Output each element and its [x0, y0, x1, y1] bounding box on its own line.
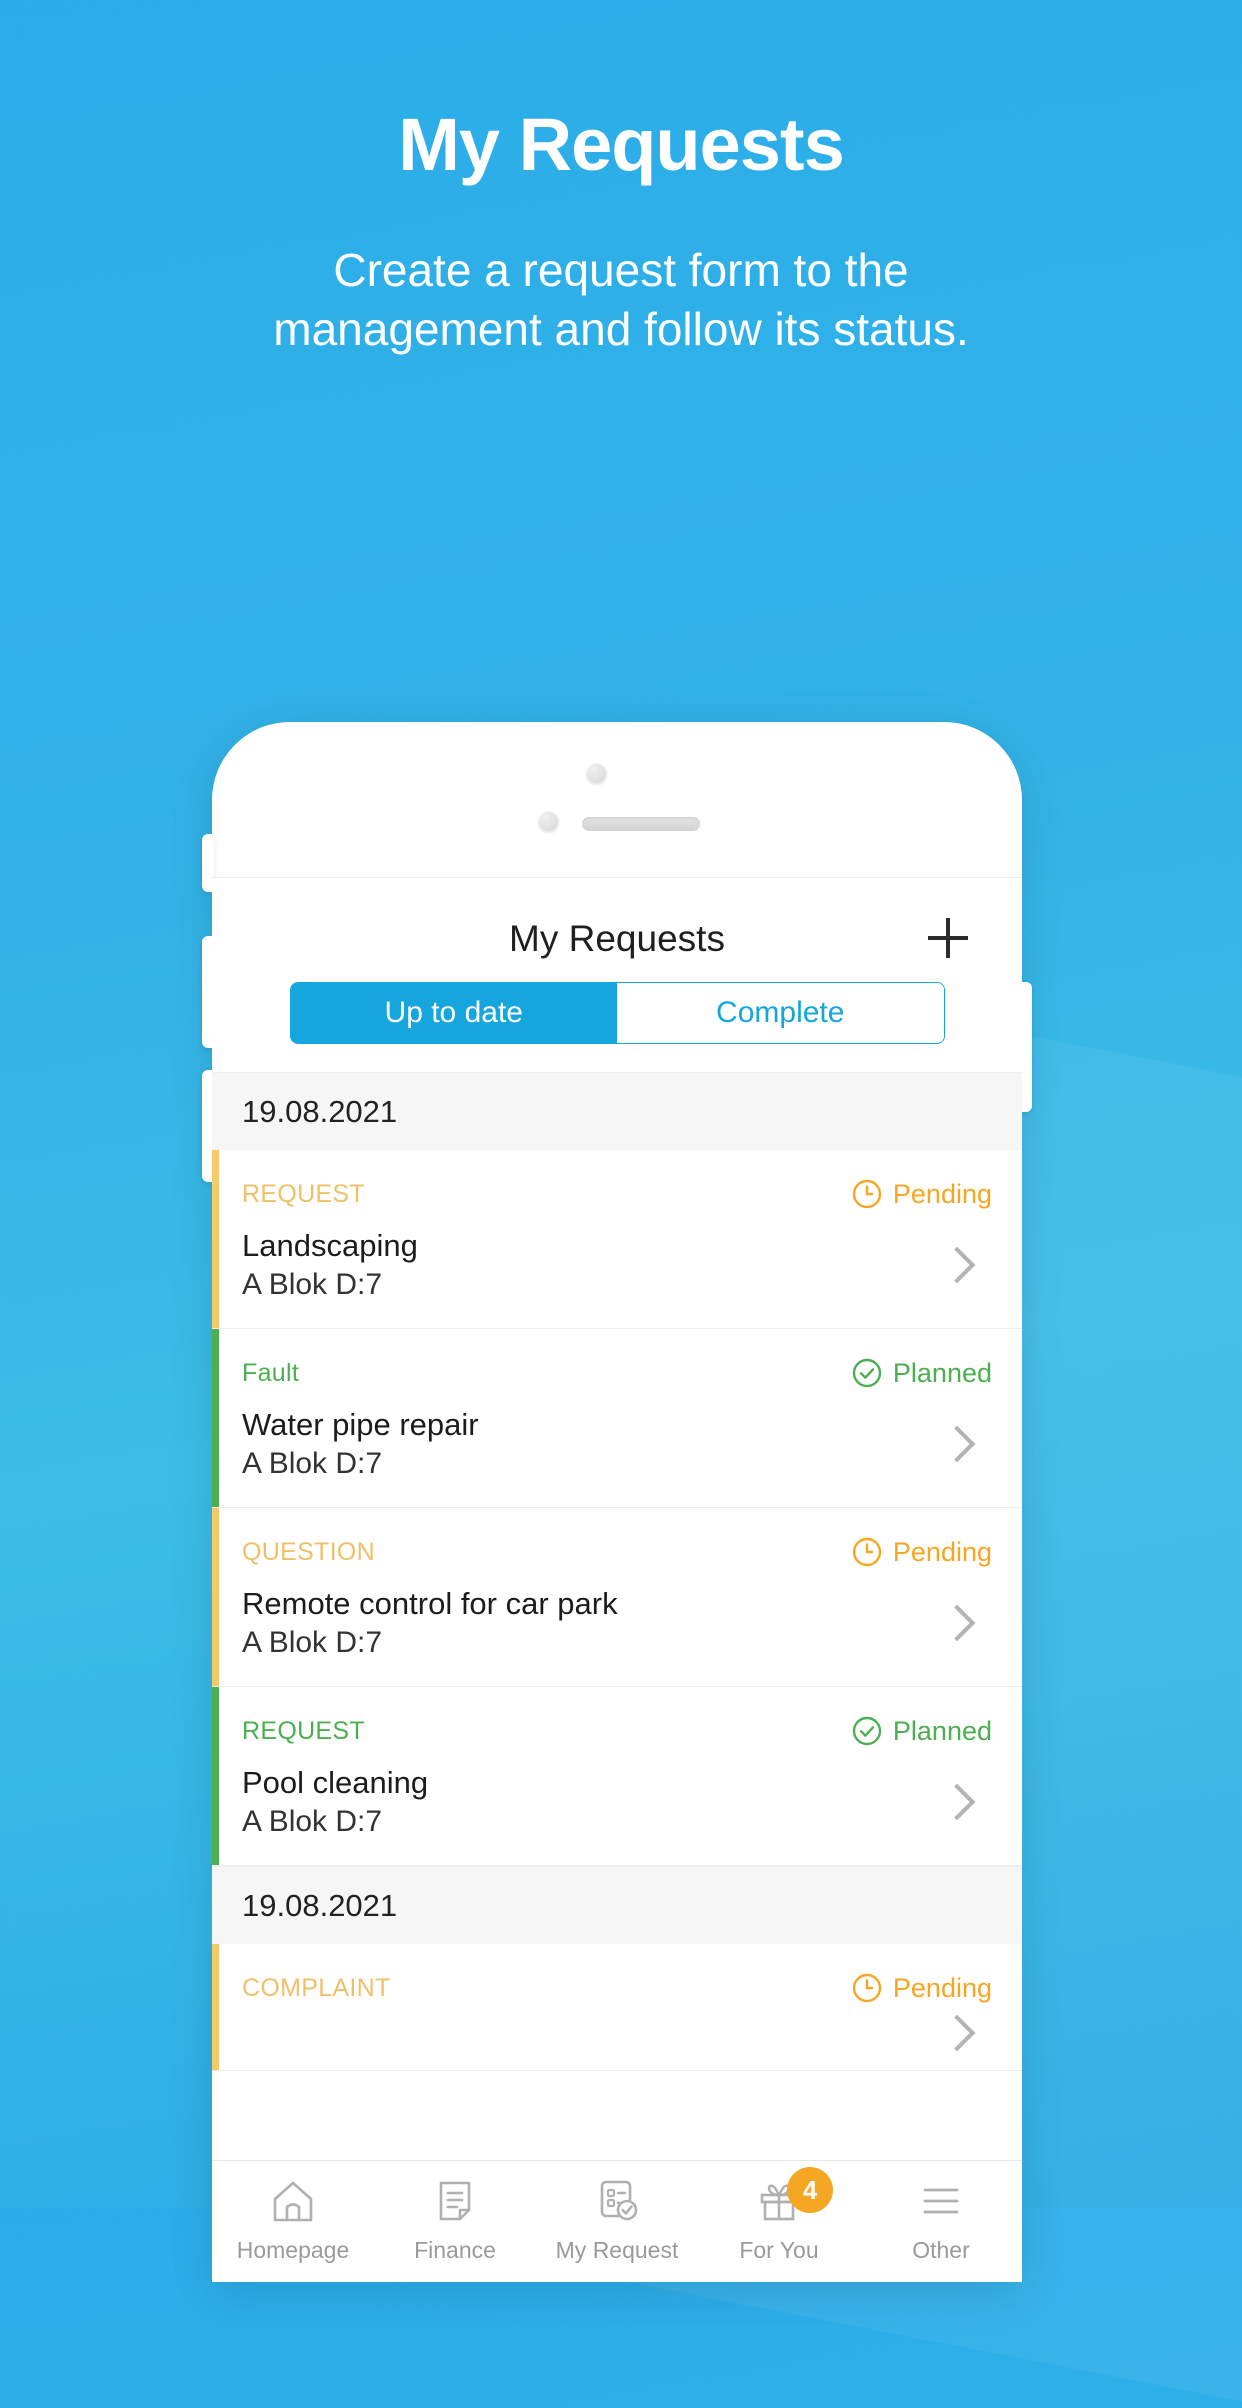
tab-my-request[interactable]: My Request [536, 2175, 698, 2264]
request-type-label: REQUEST [242, 1716, 365, 1745]
row-texts: Water pipe repair A Blok D:7 [242, 1405, 479, 1483]
request-location: A Blok D:7 [242, 1625, 383, 1659]
list-item[interactable]: QUESTION Pending Remote control for car … [212, 1508, 1022, 1688]
request-type-label: QUESTION [242, 1537, 375, 1566]
home-icon [273, 2181, 313, 2222]
tab-label: Other [912, 2237, 970, 2263]
front-camera-icon [587, 764, 606, 783]
app-header: My Requests [212, 878, 1022, 982]
row-accent-bar [212, 1944, 219, 2071]
row-accent-bar [212, 1508, 219, 1687]
request-title: Remote control for car park [242, 1586, 618, 1622]
list-item[interactable]: Fault Planned Water pipe repair A Blok D… [212, 1329, 1022, 1509]
chevron-right-icon [938, 1783, 976, 1821]
request-title: Water pipe repair [242, 1407, 479, 1443]
check-circle-icon [852, 1716, 882, 1746]
earpiece-speaker-icon [582, 817, 700, 831]
app-title: My Requests [509, 918, 725, 959]
tab-complete[interactable]: Complete [617, 983, 944, 1043]
request-location: A Blok D:7 [242, 1804, 383, 1838]
tab-for-you[interactable]: 4 For You [698, 2167, 860, 2264]
row-texts: Pool cleaning A Blok D:7 [242, 1763, 428, 1841]
tab-homepage[interactable]: Homepage [212, 2175, 374, 2264]
app-screen: My Requests Up to date Complete 19.08.20… [212, 878, 1022, 2282]
row-texts: Remote control for car park A Blok D:7 [242, 1584, 618, 1662]
status-label: Pending [892, 1536, 992, 1567]
chevron-right-icon [938, 1425, 976, 1463]
row-accent-bar [212, 1150, 219, 1329]
checklist-icon [600, 2180, 638, 2221]
request-type-label: REQUEST [242, 1179, 365, 1208]
add-request-button[interactable] [926, 916, 970, 960]
list-item[interactable]: COMPLAINT Pending [212, 1944, 1022, 2072]
date-group-header: 19.08.2021 [212, 1072, 1022, 1150]
bottom-navigation: Homepage Finance My Request 4 For You Ot… [212, 2160, 1022, 2282]
hero-section: My Requests Create a request form to the… [0, 0, 1242, 359]
request-type-label: COMPLAINT [242, 1973, 391, 2002]
request-title: Landscaping [242, 1228, 418, 1263]
row-accent-bar [212, 1687, 219, 1866]
status-filter-tabs[interactable]: Up to date Complete [289, 982, 945, 1044]
chevron-right-icon [938, 2014, 976, 2052]
check-circle-icon [852, 1358, 882, 1388]
clock-icon [852, 1179, 882, 1209]
request-title: Pool cleaning [242, 1765, 429, 1801]
page-subtitle: Create a request form to the management … [273, 244, 969, 356]
tab-other[interactable]: Other [860, 2175, 1022, 2264]
tab-label: Finance [414, 2237, 496, 2263]
hamburger-icon [923, 2188, 959, 2214]
row-texts: Landscaping A Blok D:7 [242, 1226, 418, 1304]
phone-mockup: My Requests Up to date Complete 19.08.20… [202, 722, 1032, 2282]
notification-badge: 4 [787, 2167, 833, 2213]
date-group-header: 19.08.2021 [212, 1866, 1022, 1945]
requests-list: 19.08.2021 REQUEST Pending Landscaping A… [212, 1072, 1022, 2072]
tab-up-to-date[interactable]: Up to date [290, 983, 617, 1043]
tab-label: My Request [555, 2237, 679, 2263]
request-location: A Blok D:7 [242, 1446, 383, 1480]
status-label: Planned [892, 1357, 992, 1388]
request-location: A Blok D:7 [242, 1267, 383, 1301]
proximity-sensor-icon [539, 812, 558, 831]
status-label: Planned [892, 1715, 992, 1746]
tab-finance[interactable]: Finance [374, 2175, 536, 2264]
chevron-right-icon [938, 1246, 976, 1284]
status-label: Pending [892, 1972, 992, 2003]
tab-label: For You [739, 2237, 819, 2263]
phone-top-bezel [212, 722, 1022, 880]
page-title: My Requests [398, 103, 844, 186]
status-label: Pending [892, 1178, 992, 1209]
list-item[interactable]: REQUEST Pending Landscaping A Blok D:7 [212, 1150, 1022, 1330]
list-item[interactable]: REQUEST Planned Pool cleaning A Blok D:7 [212, 1687, 1022, 1867]
tab-label: Homepage [236, 2237, 350, 2263]
row-accent-bar [212, 1329, 219, 1508]
request-type-label: Fault [242, 1358, 300, 1387]
clock-icon [852, 1537, 882, 1567]
clock-icon [852, 1974, 882, 2003]
document-icon [439, 2181, 471, 2221]
chevron-right-icon [938, 1604, 976, 1642]
